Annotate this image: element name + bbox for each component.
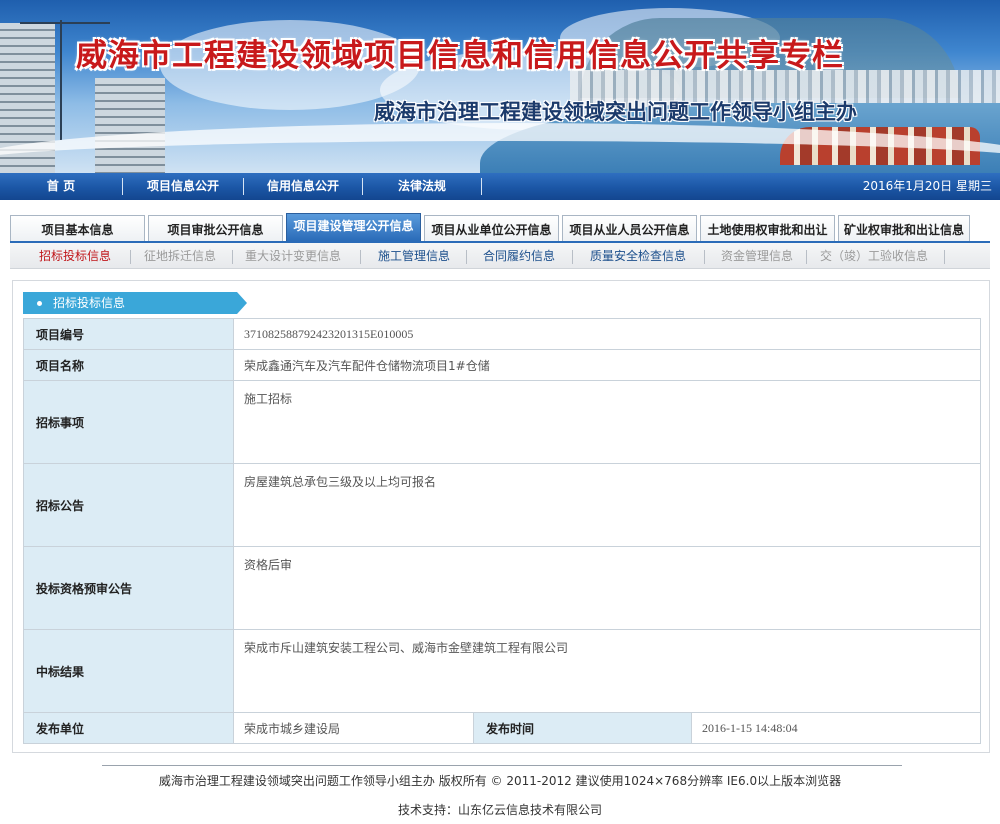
tab-construction-management-info[interactable]: 项目建设管理公开信息 (286, 213, 421, 241)
footer-copyright: 威海市治理工程建设领域突出问题工作领导小组主办 版权所有 © 2011-2012… (158, 774, 842, 788)
publisher-label: 发布单位 (23, 712, 234, 744)
bid-notice-value: 房屋建筑总承包三级及以上均可报名 (232, 463, 982, 547)
bid-notice-label: 招标公告 (23, 463, 234, 547)
subnav-design-change-info[interactable]: 重大设计变更信息 (238, 243, 348, 269)
subnav-quality-safety-info[interactable]: 质量安全检查信息 (578, 243, 698, 269)
publish-time-label: 发布时间 (473, 712, 692, 744)
subnav-separator (232, 250, 233, 264)
project-number-value: 371082588792423201315E010005 (232, 318, 982, 350)
bullet-icon (37, 301, 42, 306)
tab-participating-units-info[interactable]: 项目从业单位公开信息 (424, 215, 559, 241)
sub-navigation: 招标投标信息 征地拆迁信息 重大设计变更信息 施工管理信息 合同履约信息 质量安… (10, 241, 990, 269)
category-tabs: 项目基本信息 项目审批公开信息 项目建设管理公开信息 项目从业单位公开信息 项目… (10, 213, 990, 241)
section-title: 招标投标信息 (53, 296, 126, 310)
project-name-value: 荣成鑫通汽车及汽车配件仓储物流项目1#仓储 (232, 349, 982, 381)
subnav-separator (572, 250, 573, 264)
nav-home[interactable]: 首 页 (0, 173, 122, 200)
bid-item-value: 施工招标 (232, 380, 982, 464)
nav-project-info[interactable]: 项目信息公开 (123, 173, 243, 200)
subnav-fund-management-info[interactable]: 资金管理信息 (710, 243, 804, 269)
header-banner: 威海市工程建设领域项目信息和信用信息公开共享专栏 威海市治理工程建设领域突出问题… (0, 0, 1000, 173)
main-navigation: 首 页 项目信息公开 信用信息公开 法律法规 2016年1月20日 星期三 (0, 173, 1000, 200)
content-panel: 招标投标信息 项目编号 371082588792423201315E010005… (12, 280, 990, 753)
subnav-land-acquisition-info[interactable]: 征地拆迁信息 (134, 243, 226, 269)
table-row: 招标事项 施工招标 (23, 380, 982, 464)
nav-credit-info[interactable]: 信用信息公开 (244, 173, 362, 200)
table-row: 投标资格预审公告 资格后审 (23, 546, 982, 630)
subnav-contract-performance-info[interactable]: 合同履约信息 (472, 243, 566, 269)
bid-item-label: 招标事项 (23, 380, 234, 464)
subnav-separator (466, 250, 467, 264)
site-subtitle: 威海市治理工程建设领域突出问题工作领导小组主办 (374, 100, 857, 124)
site-title: 威海市工程建设领域项目信息和信用信息公开共享专栏 (76, 38, 844, 74)
winning-result-value: 荣成市斥山建筑安装工程公司、威海市金壁建筑工程有限公司 (232, 629, 982, 713)
nav-separator (481, 178, 482, 195)
subnav-separator (806, 250, 807, 264)
subnav-bidding-info[interactable]: 招标投标信息 (24, 243, 126, 269)
tab-land-use-rights[interactable]: 土地使用权审批和出让 (700, 215, 835, 241)
tab-mining-rights[interactable]: 矿业权审批和出让信息 (838, 215, 970, 241)
prequalification-label: 投标资格预审公告 (23, 546, 234, 630)
project-number-label: 项目编号 (23, 318, 234, 350)
subnav-completion-acceptance-info[interactable]: 交（竣）工验收信息 (812, 243, 936, 269)
crane-decoration (60, 20, 62, 140)
nav-laws[interactable]: 法律法规 (363, 173, 481, 200)
table-row: 发布单位 荣成市城乡建设局 发布时间 2016-1-15 14:48:04 (23, 712, 982, 744)
bidding-details-table: 项目编号 371082588792423201315E010005 项目名称 荣… (23, 318, 982, 744)
table-row: 项目名称 荣成鑫通汽车及汽车配件仓储物流项目1#仓储 (23, 349, 982, 381)
table-row: 中标结果 荣成市斥山建筑安装工程公司、威海市金壁建筑工程有限公司 (23, 629, 982, 713)
subnav-separator (944, 250, 945, 264)
winning-result-label: 中标结果 (23, 629, 234, 713)
footer-tech-support: 技术支持：山东亿云信息技术有限公司 (397, 803, 602, 817)
project-name-label: 项目名称 (23, 349, 234, 381)
table-row: 招标公告 房屋建筑总承包三级及以上均可报名 (23, 463, 982, 547)
publisher-value: 荣成市城乡建设局 (233, 712, 474, 744)
tab-personnel-info[interactable]: 项目从业人员公开信息 (562, 215, 697, 241)
subnav-construction-management-info[interactable]: 施工管理信息 (366, 243, 462, 269)
subnav-separator (360, 250, 361, 264)
prequalification-value: 资格后审 (232, 546, 982, 630)
publish-time-value: 2016-1-15 14:48:04 (690, 712, 982, 744)
footer-divider (102, 765, 902, 766)
subnav-separator (704, 250, 705, 264)
current-date: 2016年1月20日 星期三 (862, 179, 992, 193)
tab-project-approval-info[interactable]: 项目审批公开信息 (148, 215, 283, 241)
subnav-separator (130, 250, 131, 264)
tab-project-basic-info[interactable]: 项目基本信息 (10, 215, 145, 241)
section-header: 招标投标信息 (23, 292, 247, 314)
table-row: 项目编号 371082588792423201315E010005 (23, 318, 982, 350)
crane-decoration (20, 22, 110, 24)
